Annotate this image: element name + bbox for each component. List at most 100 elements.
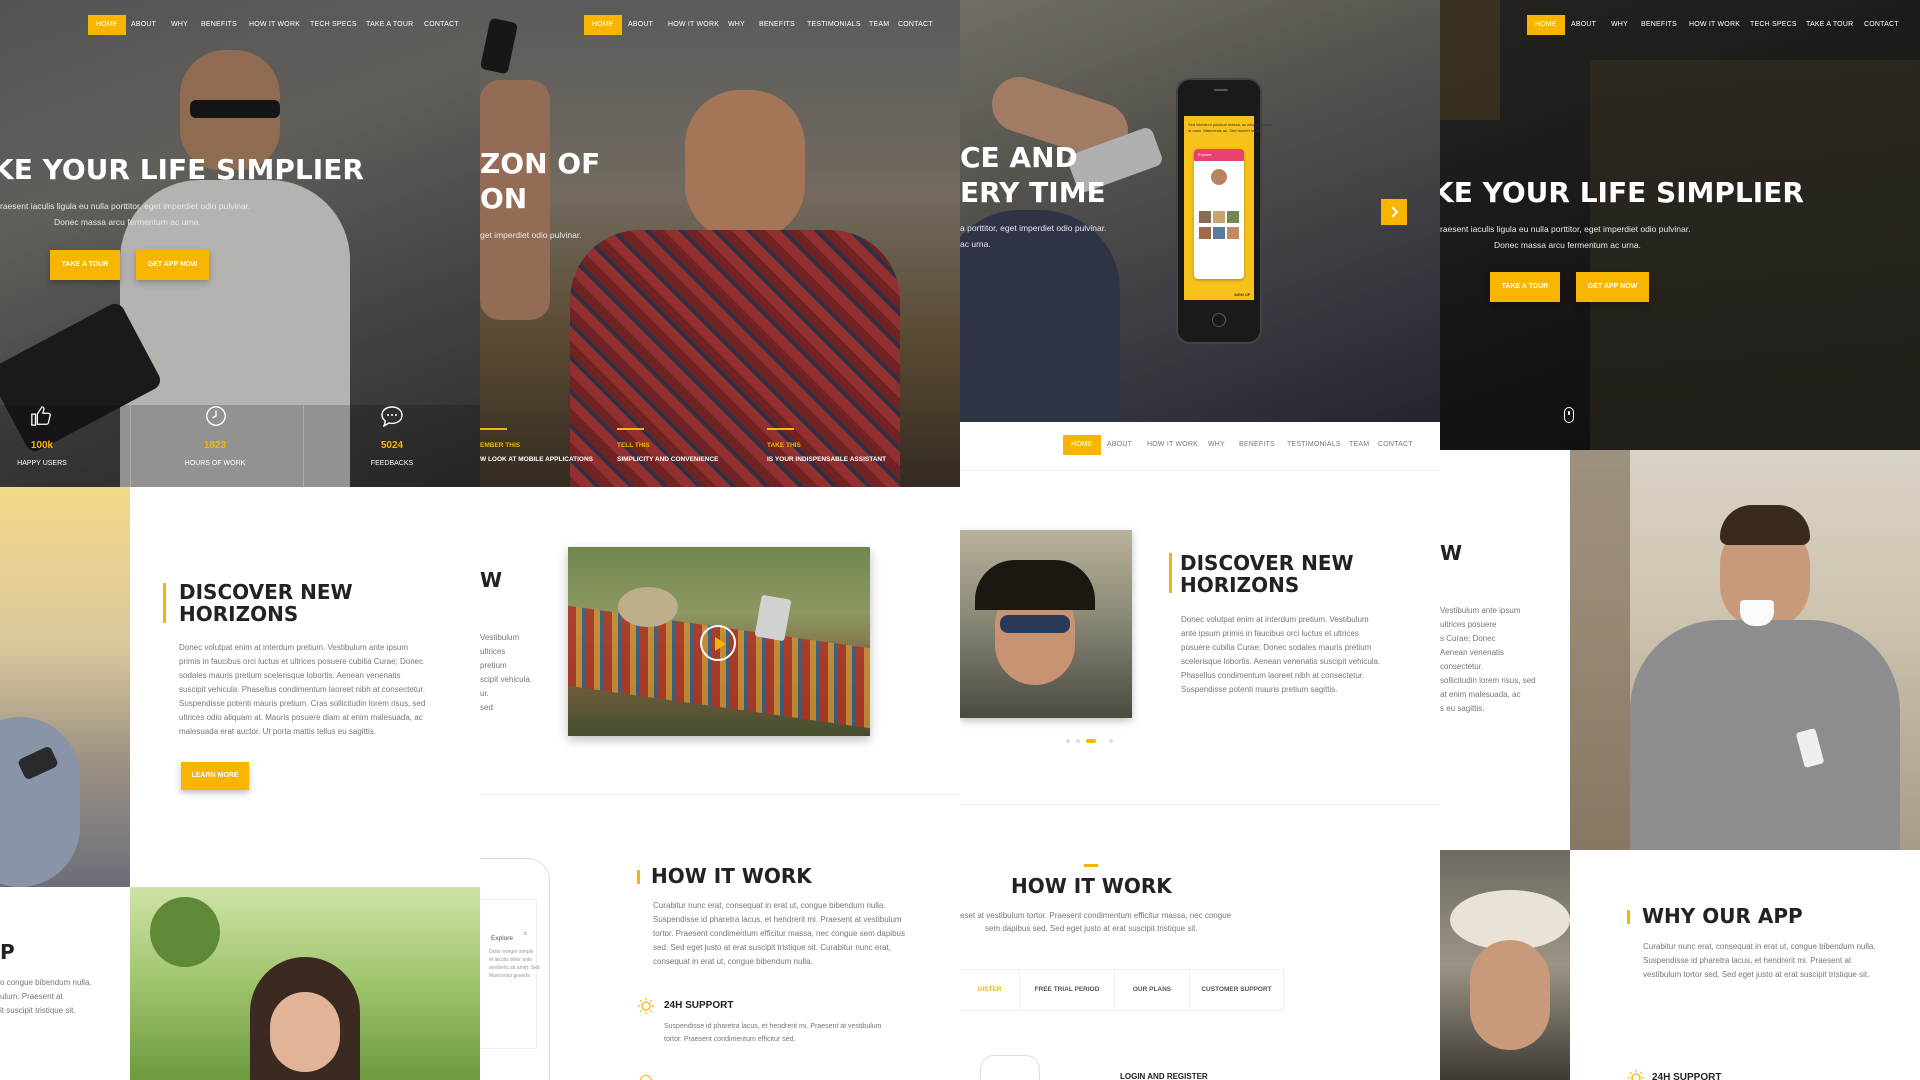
nav-why[interactable]: WHY — [1611, 15, 1628, 35]
how-paragraph-line: sed. Sed eget justo at erat suscipit tri… — [653, 943, 891, 952]
man-coffee-photo — [1570, 450, 1920, 850]
hero-subtext-1: raesent iaculis ligula eu nulla porttito… — [1440, 224, 1691, 234]
stat-label-hours: HOURS OF WORK — [184, 460, 246, 467]
top-nav: HOME ABOUT WHY BENEFITS HOW IT WORK TECH… — [1440, 15, 1920, 35]
section-paragraph-line: ultrices — [480, 647, 506, 656]
nav-why[interactable]: WHY — [1208, 435, 1225, 455]
how-paragraph-line: tortor. Praesent condimentum efficitur m… — [653, 929, 905, 938]
hero-headline-line1: ZON OF — [480, 147, 601, 180]
nav-team[interactable]: TEAM — [1349, 435, 1369, 455]
play-button-icon[interactable] — [700, 625, 736, 661]
hat-man-photo — [1440, 850, 1570, 1080]
carousel-dot[interactable] — [1076, 739, 1080, 743]
top-nav: HOME ABOUT WHY BENEFITS HOW IT WORK TECH… — [0, 15, 480, 35]
section-paragraph-line: consectetur. — [1440, 662, 1484, 671]
hero-section: HOME ABOUT HOW IT WORK WHY BENEFITS TEST… — [480, 0, 960, 487]
tab-customer-support[interactable]: CUSTOMER SUPPORT — [1190, 970, 1284, 1010]
phone-mockup-outline — [980, 1055, 1040, 1080]
sticky-nav: HOME ABOUT HOW IT WORK WHY BENEFITS TEST… — [960, 435, 1440, 455]
hero-headline-line1: CE AND — [960, 141, 1078, 174]
thumbs-up-icon — [31, 406, 51, 426]
couple-selfie-photo — [960, 530, 1132, 718]
carousel-next-button[interactable] — [1381, 199, 1407, 225]
nav-benefits[interactable]: BENEFITS — [201, 15, 237, 35]
section-paragraph-line: sodales mauris pretium scelerisque lobor… — [179, 671, 401, 680]
hero-headline: KE YOUR LIFE SIMPLIER — [1440, 176, 1804, 209]
nav-take-a-tour[interactable]: TAKE A TOUR — [366, 15, 413, 35]
section-paragraph-line: Donec volutpat enim at interdum pretium.… — [1181, 615, 1369, 624]
phone-mockup: Sed interdum pulvinar massa, ac aliquam … — [1176, 78, 1272, 344]
nav-why[interactable]: WHY — [171, 15, 188, 35]
woman-outdoor-photo — [130, 887, 480, 1080]
how-paragraph-line: consequat in erat ut, congue bibendum nu… — [653, 957, 813, 966]
nav-about[interactable]: ABOUT — [1571, 15, 1596, 35]
nav-benefits[interactable]: BENEFITS — [1239, 435, 1275, 455]
nav-testimonials[interactable]: TESTIMONIALS — [1287, 435, 1341, 455]
nav-benefits[interactable]: BENEFITS — [759, 15, 795, 35]
hero-subtext-1: raesent iaculis ligula eu nulla porttito… — [0, 201, 251, 211]
section-title-line1: DISCOVER NEW — [1180, 551, 1354, 575]
section-paragraph-line: ultrices posuere — [1440, 620, 1497, 629]
section-paragraph-line: sollicitudin lorem risus, sed — [1440, 676, 1536, 685]
nav-team[interactable]: TEAM — [869, 15, 889, 35]
section-title-line1: DISCOVER NEW — [179, 580, 353, 604]
tab-register[interactable]: GISTER — [960, 970, 1020, 1010]
tab-bar: GISTER FREE TRIAL PERIOD OUR PLANS CUSTO… — [960, 969, 1284, 1011]
get-app-now-button[interactable]: GET APP NOW — [1576, 272, 1649, 302]
nav-home[interactable]: HOME — [584, 15, 622, 35]
nav-home[interactable]: HOME — [88, 15, 126, 35]
carousel-dot[interactable] — [1066, 739, 1070, 743]
nav-home[interactable]: HOME — [1063, 435, 1101, 455]
tab-our-plans[interactable]: OUR PLANS — [1115, 970, 1190, 1010]
phone-text-line: et iaculis dolor ante — [489, 957, 533, 963]
carousel-dot[interactable] — [1109, 739, 1113, 743]
mockup-column-4: HOME ABOUT WHY BENEFITS HOW IT WORK TECH… — [1440, 0, 1920, 1080]
nav-about[interactable]: ABOUT — [1107, 435, 1132, 455]
hero-subtext: get imperdiet odio pulvinar. — [480, 230, 582, 240]
nav-how-it-work[interactable]: HOW IT WORK — [249, 15, 300, 35]
nav-tech-specs[interactable]: TECH SPECS — [1750, 15, 1797, 35]
nav-contact[interactable]: CONTACT — [1864, 15, 1899, 35]
learn-more-button[interactable]: LEARN MORE — [181, 762, 249, 790]
video-thumbnail[interactable] — [568, 547, 870, 736]
nav-tech-specs[interactable]: TECH SPECS — [310, 15, 357, 35]
bottom-paragraph-line: ulum. Praesent at — [0, 992, 63, 1001]
take-a-tour-button[interactable]: TAKE A TOUR — [50, 250, 120, 280]
phone-text-line: Maecenas gravida — [489, 973, 530, 979]
nav-testimonials[interactable]: TESTIMONIALS — [807, 15, 861, 35]
nav-take-a-tour[interactable]: TAKE A TOUR — [1806, 15, 1853, 35]
section-paragraph-line: Donec volutpat enim at interdum pretium.… — [179, 643, 409, 652]
mockup-column-2: HOME ABOUT HOW IT WORK WHY BENEFITS TEST… — [480, 0, 960, 1080]
nav-how-it-work[interactable]: HOW IT WORK — [1147, 435, 1198, 455]
hero-subtext-2: Donec massa arcu fermentum ac urna. — [54, 217, 201, 227]
chevron-right-icon — [1391, 206, 1399, 218]
how-it-work-title: HOW IT WORK — [651, 864, 812, 888]
nav-contact[interactable]: CONTACT — [1378, 435, 1413, 455]
nav-how-it-work[interactable]: HOW IT WORK — [1689, 15, 1740, 35]
nav-about[interactable]: ABOUT — [628, 15, 653, 35]
nav-why[interactable]: WHY — [728, 15, 745, 35]
nav-home[interactable]: HOME — [1527, 15, 1565, 35]
section-paragraph-line: ur. — [480, 689, 489, 698]
mockup-column-3: CE AND ERY TIME a porttitor, eget imperd… — [960, 0, 1440, 1080]
phone-text-line: Dolor integer simple — [489, 949, 534, 955]
phone-explore-label: Explore — [491, 935, 514, 942]
get-app-now-button[interactable]: GET APP NOW — [136, 250, 209, 280]
scroll-mouse-icon[interactable] — [1564, 407, 1574, 423]
section-paragraph-line: Aenean venenatis — [1440, 648, 1505, 657]
phone-screen: Sed interdum pulvinar massa, ac aliquam … — [1184, 116, 1272, 300]
login-register-label: LOGIN AND REGISTER — [1120, 1072, 1208, 1080]
section-paragraph-line: Vestibulum ante ipsum — [1440, 606, 1521, 615]
section-paragraph-line: Suspendisse potenti mauris pretium. Cras… — [179, 699, 426, 708]
why-paragraph-line: Curabitur nunc erat, consequat in erat u… — [1643, 942, 1876, 951]
nav-contact[interactable]: CONTACT — [424, 15, 459, 35]
tab-free-trial[interactable]: FREE TRIAL PERIOD — [1020, 970, 1115, 1010]
section-accent-bar — [1627, 910, 1630, 924]
nav-how-it-work[interactable]: HOW IT WORK — [668, 15, 719, 35]
nav-about[interactable]: ABOUT — [131, 15, 156, 35]
carousel-dot-active[interactable] — [1086, 739, 1096, 743]
nav-contact[interactable]: CONTACT — [898, 15, 933, 35]
phone-sign-up-label: SIGN UP — [1234, 292, 1251, 297]
take-a-tour-button[interactable]: TAKE A TOUR — [1490, 272, 1560, 302]
nav-benefits[interactable]: BENEFITS — [1641, 15, 1677, 35]
